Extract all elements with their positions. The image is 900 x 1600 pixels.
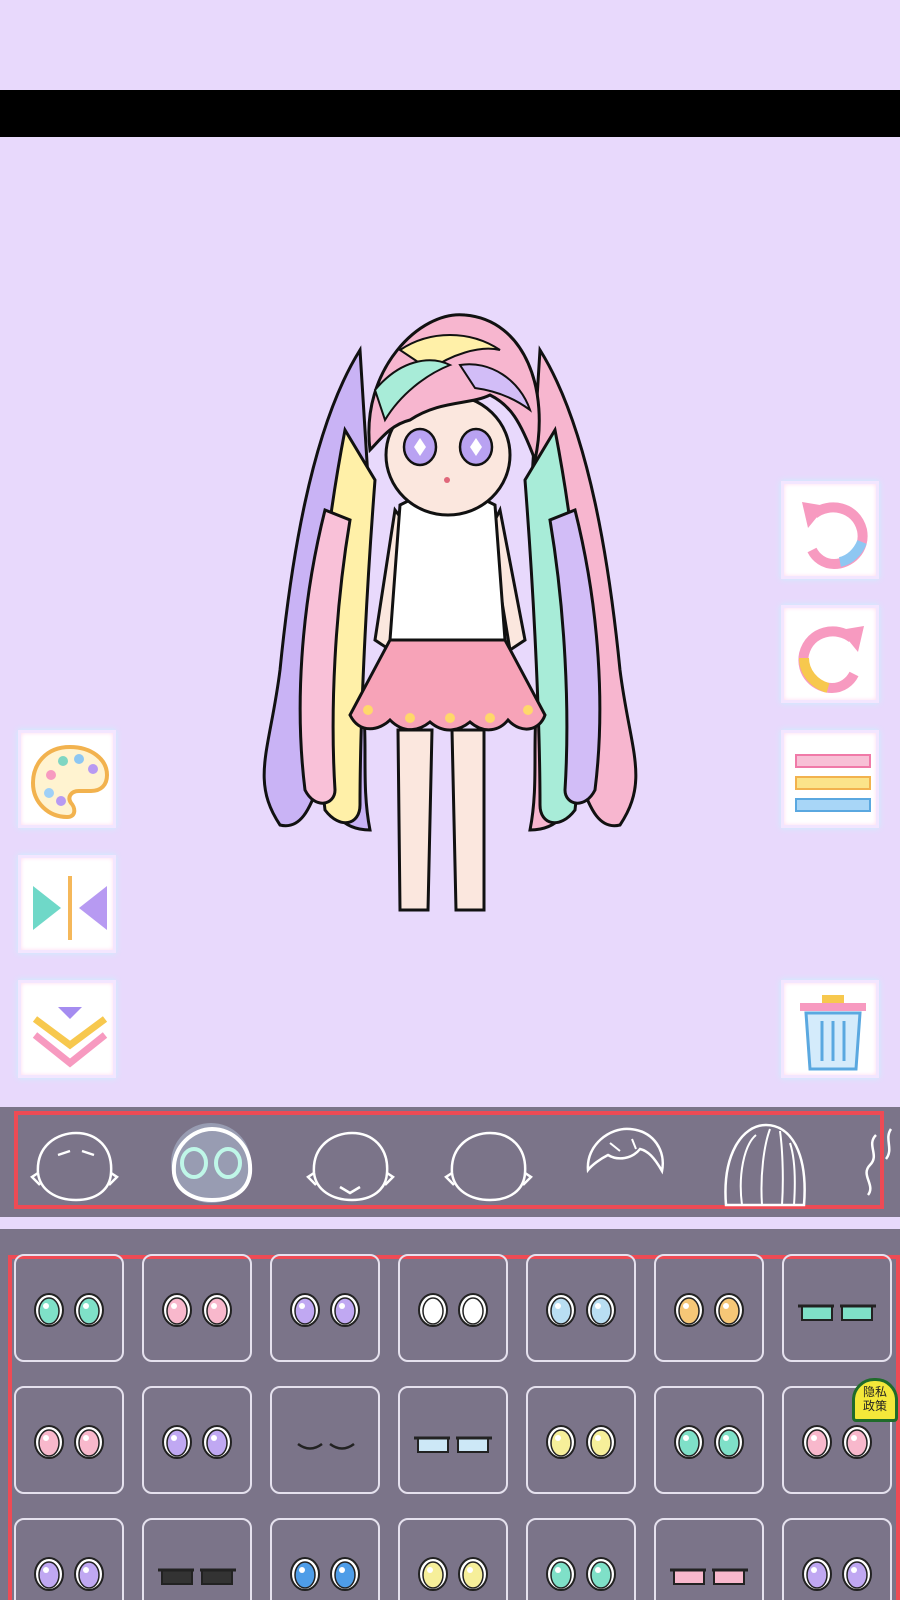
eye-option[interactable] bbox=[782, 1518, 892, 1600]
long-hair-icon bbox=[724, 1123, 806, 1207]
eye-style-icon bbox=[670, 1568, 748, 1585]
panel-divider bbox=[0, 1217, 900, 1229]
eye-style-icon bbox=[290, 1557, 360, 1591]
back-hair-category[interactable] bbox=[846, 1115, 900, 1210]
privacy-policy-badge[interactable]: 隐私 政策 bbox=[852, 1378, 898, 1422]
eye-option[interactable] bbox=[526, 1254, 636, 1362]
collapse-button[interactable] bbox=[18, 980, 116, 1078]
eye-option[interactable] bbox=[14, 1254, 124, 1362]
privacy-line-2: 政策 bbox=[862, 1399, 887, 1413]
bangs-icon bbox=[586, 1127, 664, 1175]
eye-style-icon bbox=[798, 1304, 876, 1321]
eye-style-icon bbox=[158, 1568, 236, 1585]
eye-style-icon bbox=[546, 1425, 616, 1459]
eye-option[interactable] bbox=[142, 1254, 252, 1362]
head-category[interactable] bbox=[432, 1115, 542, 1210]
palette-button[interactable] bbox=[18, 730, 116, 828]
eye-style-icon bbox=[418, 1293, 488, 1327]
eye-style-icon bbox=[34, 1293, 104, 1327]
menu-icon bbox=[795, 754, 871, 812]
bangs-category[interactable] bbox=[570, 1115, 680, 1210]
delete-button[interactable] bbox=[781, 980, 879, 1078]
eye-option[interactable] bbox=[270, 1386, 380, 1494]
flip-button[interactable] bbox=[18, 855, 116, 953]
eye-option[interactable] bbox=[654, 1386, 764, 1494]
face-mouth-icon bbox=[306, 1131, 395, 1202]
eye-option[interactable] bbox=[526, 1518, 636, 1600]
eye-style-icon bbox=[546, 1293, 616, 1327]
eye-style-icon bbox=[162, 1293, 232, 1327]
eye-style-icon bbox=[34, 1425, 104, 1459]
redo-button[interactable] bbox=[781, 605, 879, 703]
eye-option[interactable] bbox=[398, 1386, 508, 1494]
eye-option[interactable] bbox=[654, 1254, 764, 1362]
top-black-bar bbox=[0, 90, 900, 137]
undo-icon bbox=[802, 502, 868, 570]
eye-style-icon bbox=[802, 1557, 872, 1591]
eye-style-icon bbox=[418, 1557, 488, 1591]
eye-options-grid bbox=[0, 1229, 900, 1600]
face-outline-icon bbox=[30, 1131, 119, 1202]
eye-option[interactable] bbox=[398, 1518, 508, 1600]
curly-hair-icon bbox=[865, 1128, 893, 1196]
eye-option[interactable] bbox=[14, 1386, 124, 1494]
eye-style-icon bbox=[290, 1293, 360, 1327]
trash-icon bbox=[800, 995, 866, 1071]
character-avatar[interactable] bbox=[250, 310, 650, 925]
palette-icon bbox=[30, 744, 110, 820]
eye-style-icon bbox=[162, 1425, 232, 1459]
eye-option[interactable] bbox=[270, 1254, 380, 1362]
eyes-glow-icon bbox=[171, 1123, 253, 1203]
eye-option[interactable] bbox=[142, 1386, 252, 1494]
flip-horizontal-icon bbox=[33, 876, 107, 940]
category-bar bbox=[0, 1107, 900, 1217]
eye-option[interactable] bbox=[526, 1386, 636, 1494]
eye-style-icon bbox=[674, 1425, 744, 1459]
menu-button[interactable] bbox=[781, 730, 879, 828]
eye-option[interactable] bbox=[398, 1254, 508, 1362]
undo-button[interactable] bbox=[781, 481, 879, 579]
chevron-down-icon bbox=[32, 1007, 108, 1068]
eyes-category[interactable] bbox=[156, 1115, 266, 1210]
eye-option[interactable] bbox=[14, 1518, 124, 1600]
mouth-category[interactable] bbox=[294, 1115, 404, 1210]
face-category[interactable] bbox=[18, 1115, 128, 1210]
privacy-line-1: 隐私 bbox=[862, 1385, 887, 1399]
eye-option[interactable] bbox=[782, 1254, 892, 1362]
eye-style-icon bbox=[297, 1442, 355, 1450]
eye-option[interactable] bbox=[142, 1518, 252, 1600]
eye-style-icon bbox=[34, 1557, 104, 1591]
redo-icon bbox=[798, 626, 864, 694]
eye-option[interactable] bbox=[270, 1518, 380, 1600]
eye-option[interactable] bbox=[654, 1518, 764, 1600]
head-outline-icon bbox=[444, 1131, 533, 1202]
hair-category[interactable] bbox=[708, 1115, 818, 1210]
eye-style-icon bbox=[414, 1436, 492, 1453]
eye-style-icon bbox=[674, 1293, 744, 1327]
eye-style-icon bbox=[546, 1557, 616, 1591]
